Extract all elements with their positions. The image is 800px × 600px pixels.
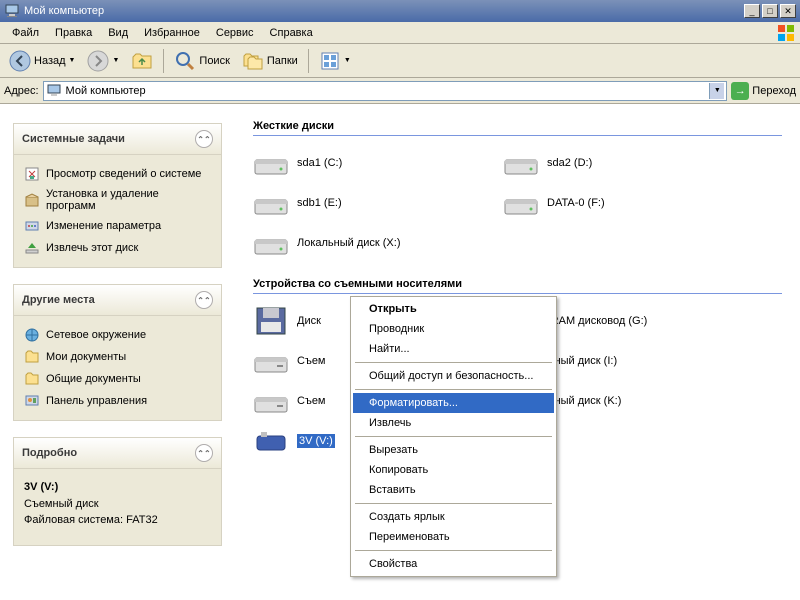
context-item[interactable]: Проводник [353, 319, 554, 339]
drive-item[interactable]: Локальный диск (X:) [253, 228, 473, 258]
context-item[interactable]: Копировать [353, 460, 554, 480]
panel-header[interactable]: Системные задачи ⌃⌃ [13, 123, 222, 155]
chevron-up-icon: ⌃⌃ [195, 130, 213, 148]
views-icon [319, 50, 341, 72]
separator [355, 503, 552, 504]
drive-item[interactable]: DATA-0 (F:) [503, 188, 723, 218]
computer-icon [4, 3, 20, 19]
folder-icon [24, 371, 40, 387]
menubar: Файл Правка Вид Избранное Сервис Справка [0, 22, 800, 44]
panel-system-tasks: Системные задачи ⌃⌃ Просмотр сведений о … [12, 122, 223, 269]
windows-logo-icon [776, 23, 796, 43]
address-dropdown[interactable]: ▼ [709, 83, 724, 99]
toolbar: Назад ▼ ▼ Поиск Папки ▼ [0, 44, 800, 78]
address-value: Мой компьютер [66, 85, 146, 97]
panel-other-places: Другие места ⌃⌃ Сетевое окружение Мои до… [12, 283, 223, 422]
sidebar: Системные задачи ⌃⌃ Просмотр сведений о … [0, 104, 235, 600]
detail-fs: Файловая система: FAT32 [24, 512, 211, 529]
place-control-panel[interactable]: Панель управления [22, 390, 213, 412]
separator [355, 389, 552, 390]
place-shared-docs[interactable]: Общие документы [22, 368, 213, 390]
menu-view[interactable]: Вид [100, 25, 136, 41]
chevron-down-icon: ▼ [344, 57, 351, 64]
folder-icon [24, 349, 40, 365]
context-item[interactable]: Переименовать [353, 527, 554, 547]
search-icon [174, 50, 196, 72]
titlebar: Мой компьютер _ □ ✕ [0, 0, 800, 22]
context-menu: ОткрытьПроводникНайти... Общий доступ и б… [350, 296, 557, 577]
computer-icon [46, 83, 62, 99]
context-item[interactable]: Открыть [353, 299, 554, 319]
context-item[interactable]: Найти... [353, 339, 554, 359]
task-change-setting[interactable]: Изменение параметра [22, 215, 213, 237]
back-icon [9, 50, 31, 72]
close-button[interactable]: ✕ [780, 4, 796, 18]
address-input[interactable]: Мой компьютер ▼ [43, 81, 728, 101]
folder-up-icon [131, 50, 153, 72]
forward-button[interactable]: ▼ [82, 47, 124, 75]
search-button[interactable]: Поиск [169, 47, 234, 75]
group-hdd: Жесткие диски [253, 120, 782, 136]
go-button[interactable]: → Переход [731, 82, 796, 100]
go-icon: → [731, 82, 749, 100]
context-item[interactable]: Общий доступ и безопасность... [353, 366, 554, 386]
context-item[interactable]: Вставить [353, 480, 554, 500]
place-network[interactable]: Сетевое окружение [22, 324, 213, 346]
separator [355, 550, 552, 551]
window-title: Мой компьютер [24, 5, 104, 17]
eject-icon [24, 240, 40, 256]
forward-icon [87, 50, 109, 72]
menu-help[interactable]: Справка [262, 25, 321, 41]
task-system-info[interactable]: Просмотр сведений о системе [22, 163, 213, 185]
chevron-down-icon: ▼ [69, 57, 76, 64]
task-add-remove[interactable]: Установка и удаление программ [22, 185, 213, 215]
menu-edit[interactable]: Правка [47, 25, 100, 41]
panel-header[interactable]: Подробно ⌃⌃ [13, 437, 222, 469]
control-panel-icon [24, 393, 40, 409]
drive-item[interactable]: sda2 (D:) [503, 148, 723, 178]
separator [355, 436, 552, 437]
context-item[interactable]: Создать ярлык [353, 507, 554, 527]
context-item[interactable]: Свойства [353, 554, 554, 574]
address-label: Адрес: [4, 85, 39, 97]
up-button[interactable] [126, 47, 158, 75]
settings-icon [24, 218, 40, 234]
panel-header[interactable]: Другие места ⌃⌃ [13, 284, 222, 316]
info-icon [24, 166, 40, 182]
panel-details: Подробно ⌃⌃ 3V (V:) Съемный диск Файлова… [12, 436, 223, 547]
network-icon [24, 327, 40, 343]
group-devices: Устройства со съемными носителями [253, 278, 782, 294]
context-item[interactable]: Вырезать [353, 440, 554, 460]
context-item[interactable]: Извлечь [353, 413, 554, 433]
minimize-button[interactable]: _ [744, 4, 760, 18]
views-button[interactable]: ▼ [314, 47, 356, 75]
menu-tools[interactable]: Сервис [208, 25, 262, 41]
separator [355, 362, 552, 363]
context-item[interactable]: Форматировать... [353, 393, 554, 413]
package-icon [24, 192, 40, 208]
place-my-docs[interactable]: Мои документы [22, 346, 213, 368]
chevron-up-icon: ⌃⌃ [195, 444, 213, 462]
detail-type: Съемный диск [24, 496, 211, 513]
maximize-button[interactable]: □ [762, 4, 778, 18]
detail-name: 3V (V:) [24, 479, 211, 496]
back-button[interactable]: Назад ▼ [4, 47, 80, 75]
drive-item[interactable]: sda1 (C:) [253, 148, 473, 178]
drive-item[interactable]: sdb1 (E:) [253, 188, 473, 218]
folders-button[interactable]: Папки [237, 47, 303, 75]
address-bar: Адрес: Мой компьютер ▼ → Переход [0, 78, 800, 104]
chevron-up-icon: ⌃⌃ [195, 291, 213, 309]
menu-file[interactable]: Файл [4, 25, 47, 41]
chevron-down-icon: ▼ [112, 57, 119, 64]
task-eject[interactable]: Извлечь этот диск [22, 237, 213, 259]
folders-icon [242, 50, 264, 72]
menu-favorites[interactable]: Избранное [136, 25, 208, 41]
